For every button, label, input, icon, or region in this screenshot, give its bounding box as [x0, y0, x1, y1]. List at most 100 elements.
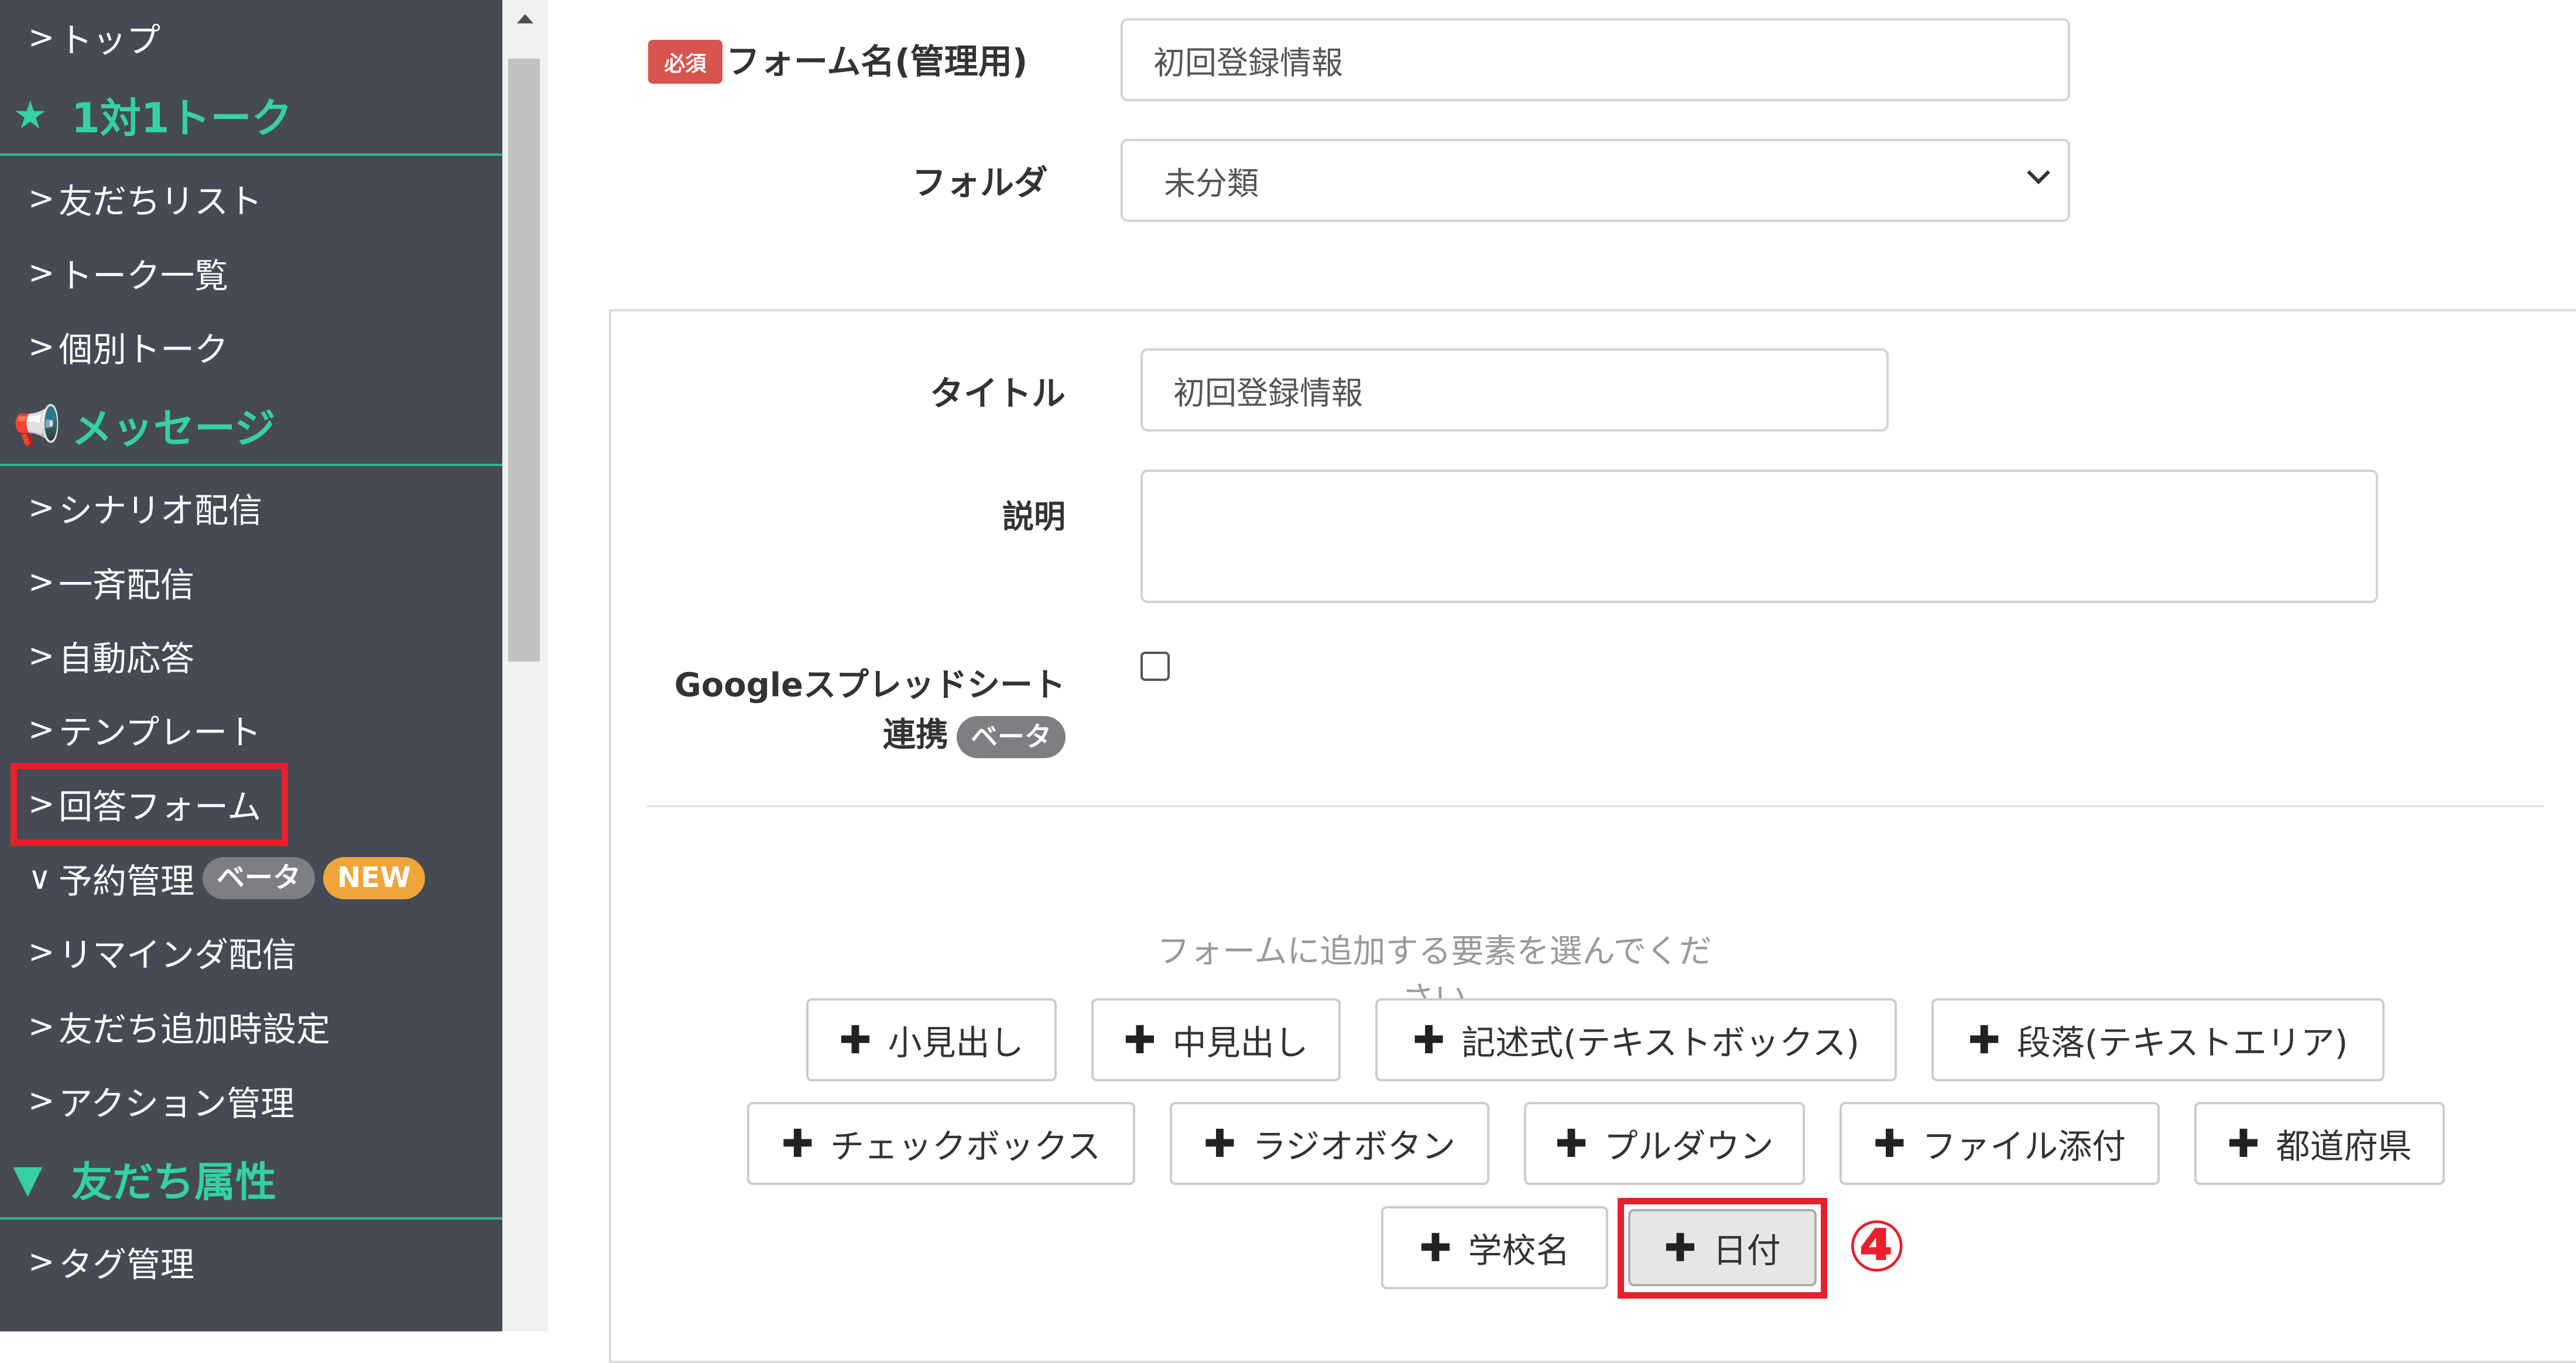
- chevron-down-icon: [2027, 161, 2050, 184]
- sidebar-item-friend-add-settings[interactable]: > 友だち追加時設定: [0, 992, 502, 1061]
- sidebar-item-label: タグ管理: [59, 1245, 195, 1285]
- button-label: 段落(テキストエリア): [2016, 1023, 2348, 1063]
- google-sheets-checkbox[interactable]: [1140, 652, 1170, 681]
- folder-select-value: 未分類: [1164, 165, 1259, 202]
- add-checkbox-button[interactable]: ✚ チェックボックス: [747, 1102, 1135, 1185]
- chevron-right-icon: >: [28, 328, 55, 365]
- plus-icon: ✚: [1873, 1121, 1906, 1166]
- add-file-attachment-button[interactable]: ✚ ファイル添付: [1839, 1102, 2160, 1185]
- title-input[interactable]: 初回登録情報: [1140, 348, 1889, 431]
- sidebar-item-label: 個別トーク: [59, 330, 229, 369]
- chevron-right-icon: >: [28, 1008, 55, 1044]
- chevron-right-icon: >: [28, 563, 55, 600]
- button-label: 都道府県: [2276, 1126, 2412, 1166]
- chevron-right-icon: >: [28, 19, 55, 56]
- add-medium-heading-button[interactable]: ✚ 中見出し: [1091, 998, 1341, 1081]
- filter-icon: ▼: [13, 1156, 43, 1201]
- sidebar-section-friend-attributes: ▼ 友だち属性: [0, 1141, 502, 1220]
- plus-icon: ✚: [1419, 1225, 1452, 1270]
- sidebar-item-label: トーク一覧: [59, 256, 229, 296]
- section-label: メッセージ: [71, 405, 276, 453]
- required-badge: 必須: [648, 40, 722, 84]
- section-divider: [647, 805, 2544, 807]
- chevron-down-icon: ∨: [28, 859, 52, 896]
- folder-label: フォルダ: [912, 163, 1048, 203]
- chevron-right-icon: >: [28, 1243, 55, 1280]
- sidebar-item-label: 回答フォーム: [59, 787, 262, 827]
- sidebar: > トップ ★ 1対1トーク > 友だちリスト > トーク一覧 > 個別トーク …: [0, 0, 502, 1331]
- sidebar-item-label: 友だちリスト: [59, 181, 263, 221]
- plus-icon: ✚: [1412, 1017, 1445, 1063]
- megaphone-icon: 📢: [13, 402, 61, 448]
- sidebar-item-reservation[interactable]: ∨ 予約管理 ベータ NEW: [0, 844, 502, 913]
- sidebar-item-template[interactable]: > テンプレート: [0, 695, 502, 764]
- form-name-label: フォーム名(管理用): [726, 42, 1028, 81]
- chevron-right-icon: >: [28, 637, 55, 674]
- sidebar-item-auto-reply[interactable]: > 自動応答: [0, 621, 502, 690]
- chevron-right-icon: >: [28, 489, 55, 526]
- button-label: ラジオボタン: [1252, 1126, 1456, 1166]
- beta-badge: ベータ: [203, 857, 316, 899]
- sidebar-item-label: テンプレート: [59, 713, 262, 752]
- button-label: ファイル添付: [1922, 1126, 2126, 1166]
- add-radio-button[interactable]: ✚ ラジオボタン: [1170, 1102, 1489, 1185]
- google-sheets-label-text: 連携: [883, 716, 948, 754]
- add-date-button[interactable]: ✚ 日付: [1628, 1209, 1817, 1286]
- beta-badge: ベータ: [957, 716, 1066, 758]
- google-sheets-label-line2: 連携 ベータ: [621, 708, 1066, 758]
- plus-icon: ✚: [839, 1017, 872, 1063]
- scroll-thumb[interactable]: [508, 59, 540, 662]
- scroll-up-icon[interactable]: [517, 14, 533, 23]
- new-badge: NEW: [323, 857, 425, 899]
- sidebar-item-answer-form[interactable]: > 回答フォーム: [0, 769, 502, 838]
- add-textarea-button[interactable]: ✚ 段落(テキストエリア): [1931, 998, 2385, 1081]
- chevron-right-icon: >: [28, 1082, 55, 1119]
- description-textarea[interactable]: [1140, 470, 2378, 603]
- step-number-label: ④: [1847, 1206, 1907, 1287]
- form-card: [609, 309, 2576, 1363]
- plus-icon: ✚: [1968, 1017, 2000, 1063]
- chevron-right-icon: >: [28, 785, 55, 822]
- title-label: タイトル: [929, 374, 1066, 413]
- add-pulldown-button[interactable]: ✚ プルダウン: [1524, 1102, 1805, 1185]
- plus-icon: ✚: [1555, 1121, 1588, 1166]
- sidebar-item-scenario[interactable]: > シナリオ配信: [0, 473, 502, 542]
- sidebar-item-label: トップ: [59, 20, 161, 60]
- sidebar-scrollbar[interactable]: [502, 0, 548, 1331]
- sidebar-item-tag-management[interactable]: > タグ管理: [0, 1227, 502, 1296]
- add-textbox-button[interactable]: ✚ 記述式(テキストボックス): [1375, 998, 1897, 1081]
- sidebar-item-reminder[interactable]: > リマインダ配信: [0, 917, 502, 987]
- sidebar-section-one-on-one: ★ 1対1トーク: [0, 77, 502, 156]
- section-label: 1対1トーク: [71, 94, 293, 142]
- sidebar-item-label: 予約管理: [59, 861, 195, 901]
- plus-icon: ✚: [2227, 1121, 2260, 1166]
- button-label: チェックボックス: [830, 1126, 1101, 1166]
- chevron-right-icon: >: [28, 180, 55, 217]
- add-small-heading-button[interactable]: ✚ 小見出し: [806, 998, 1057, 1081]
- sidebar-item-label: 自動応答: [59, 639, 195, 679]
- plus-icon: ✚: [781, 1121, 814, 1166]
- plus-icon: ✚: [1664, 1225, 1697, 1270]
- add-prefecture-button[interactable]: ✚ 都道府県: [2194, 1102, 2445, 1185]
- star-icon: ★: [13, 93, 48, 138]
- sidebar-item-individual-talk[interactable]: > 個別トーク: [0, 312, 502, 381]
- chevron-right-icon: >: [28, 933, 55, 970]
- sidebar-item-label: シナリオ配信: [59, 491, 263, 530]
- sidebar-item-label: アクション管理: [59, 1084, 295, 1124]
- button-label: 学校名: [1468, 1231, 1570, 1270]
- button-label: 日付: [1712, 1231, 1781, 1270]
- sidebar-item-friends-list[interactable]: > 友だちリスト: [0, 164, 502, 233]
- folder-select[interactable]: 未分類: [1121, 139, 2070, 222]
- button-label: 記述式(テキストボックス): [1461, 1023, 1860, 1063]
- chevron-right-icon: >: [28, 711, 55, 748]
- sidebar-item-action-management[interactable]: > アクション管理: [0, 1066, 502, 1135]
- button-label: プルダウン: [1604, 1126, 1774, 1166]
- sidebar-item-talk-list[interactable]: > トーク一覧: [0, 238, 502, 307]
- sidebar-item-top[interactable]: > トップ: [0, 3, 502, 72]
- button-label: 中見出し: [1172, 1023, 1308, 1063]
- button-label: 小見出し: [888, 1023, 1024, 1063]
- add-school-name-button[interactable]: ✚ 学校名: [1381, 1206, 1608, 1289]
- form-name-input[interactable]: 初回登録情報: [1121, 18, 2070, 101]
- sidebar-item-label: 一斉配信: [59, 565, 195, 605]
- sidebar-item-broadcast[interactable]: > 一斉配信: [0, 547, 502, 617]
